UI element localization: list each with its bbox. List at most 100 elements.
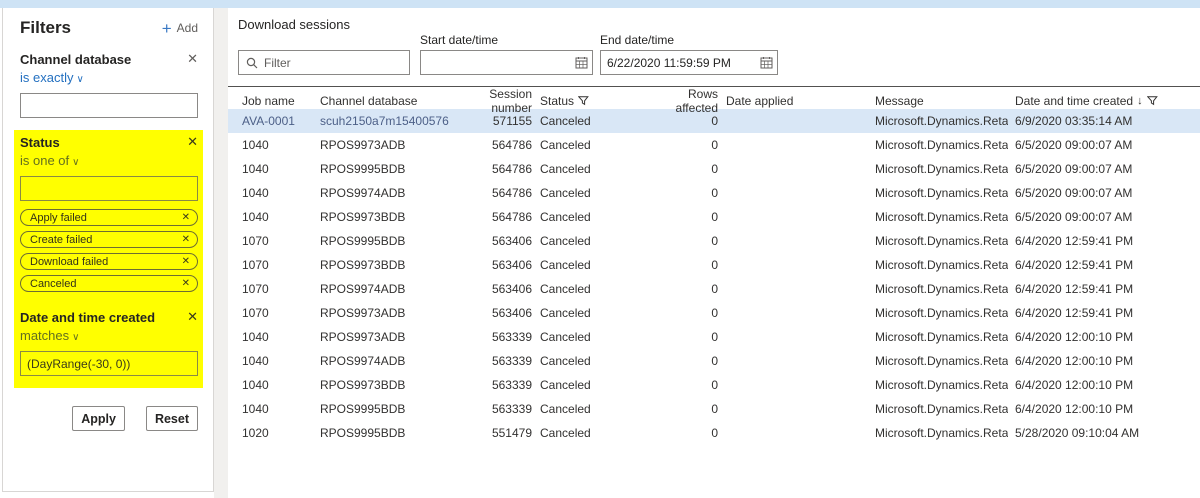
cell-status: Canceled <box>532 354 646 368</box>
column-header-date-created[interactable]: Date and time created ↓ <box>1008 94 1200 108</box>
table-row[interactable]: 1040RPOS9973BDB563339Canceled0Microsoft.… <box>228 373 1200 397</box>
status-filter-pill[interactable]: Canceled ✕ <box>20 275 198 292</box>
apply-button[interactable]: Apply <box>72 406 125 431</box>
cell-status: Canceled <box>532 306 646 320</box>
table-row[interactable]: 1040RPOS9974ADB564786Canceled0Microsoft.… <box>228 181 1200 205</box>
cell-date-created: 5/28/2020 09:10:04 AM <box>1008 426 1200 440</box>
cell-session-number: 563339 <box>452 402 532 416</box>
column-header-rows-affected[interactable]: Rows affected <box>646 87 718 115</box>
cell-rows-affected: 0 <box>646 426 718 440</box>
cell-message: Microsoft.Dynamics.Retail... <box>868 354 1008 368</box>
cell-rows-affected: 0 <box>646 378 718 392</box>
cell-status: Canceled <box>532 210 646 224</box>
column-header-status[interactable]: Status <box>532 94 646 108</box>
cell-job-name: 1040 <box>228 162 320 176</box>
cell-status: Canceled <box>532 162 646 176</box>
download-sessions-section: Download sessions Start date/time End da… <box>228 8 1200 498</box>
cell-message: Microsoft.Dynamics.Retail... <box>868 210 1008 224</box>
cell-job-name: 1040 <box>228 354 320 368</box>
calendar-icon[interactable] <box>755 56 777 69</box>
cell-rows-affected: 0 <box>646 306 718 320</box>
cell-session-number: 551479 <box>452 426 532 440</box>
sort-descending-icon: ↓ <box>1137 95 1143 107</box>
cell-message: Microsoft.Dynamics.Retail... <box>868 282 1008 296</box>
cell-rows-affected: 0 <box>646 402 718 416</box>
end-date-input[interactable] <box>601 51 755 74</box>
cell-rows-affected: 0 <box>646 354 718 368</box>
chevron-down-icon: ∨ <box>72 157 79 168</box>
cell-channel-database: RPOS9973BDB <box>320 378 452 392</box>
filters-panel: Filters + Add Channel database ✕ is exac… <box>2 8 214 492</box>
remove-pill-icon[interactable]: ✕ <box>182 256 190 267</box>
cell-session-number: 563339 <box>452 378 532 392</box>
column-header-session-number[interactable]: Session number <box>452 87 532 115</box>
table-row[interactable]: 1040RPOS9973BDB564786Canceled0Microsoft.… <box>228 205 1200 229</box>
table-row[interactable]: 1040RPOS9973ADB564786Canceled0Microsoft.… <box>228 133 1200 157</box>
table-row[interactable]: 1040RPOS9995BDB563339Canceled0Microsoft.… <box>228 397 1200 421</box>
cell-channel-database: RPOS9995BDB <box>320 234 452 248</box>
column-header-date-applied[interactable]: Date applied <box>718 94 868 108</box>
status-filter-pill[interactable]: Download failed✕ <box>20 253 198 270</box>
status-filter-pill[interactable]: Create failed✕ <box>20 231 198 248</box>
remove-pill-icon[interactable]: ✕ <box>182 212 190 223</box>
start-date-input[interactable] <box>421 51 570 74</box>
cell-channel-database: RPOS9974ADB <box>320 354 452 368</box>
pill-label: Apply failed <box>30 212 87 224</box>
remove-pill-icon[interactable]: ✕ <box>182 278 190 289</box>
cell-channel-database: RPOS9973ADB <box>320 306 452 320</box>
date-range-filter-input[interactable] <box>20 351 198 376</box>
cell-session-number: 563406 <box>452 282 532 296</box>
search-icon <box>246 57 258 69</box>
close-icon[interactable]: ✕ <box>187 52 198 65</box>
column-header-message[interactable]: Message <box>868 94 1008 108</box>
filter-operator-dropdown[interactable]: matches∨ <box>20 328 198 343</box>
table-header-row: Job name Channel database Session number… <box>228 87 1200 109</box>
page-title: Download sessions <box>238 17 350 32</box>
plus-icon: + <box>162 20 172 37</box>
filter-operator-dropdown[interactable]: is exactly∨ <box>20 70 198 85</box>
column-header-channel-database[interactable]: Channel database <box>320 94 452 108</box>
cell-date-created: 6/4/2020 12:00:10 PM <box>1008 354 1200 368</box>
cell-status: Canceled <box>532 234 646 248</box>
status-filter-input[interactable] <box>20 176 198 201</box>
cell-job-name: 1020 <box>228 426 320 440</box>
table-row[interactable]: 1040RPOS9973ADB563339Canceled0Microsoft.… <box>228 325 1200 349</box>
filter-operator-dropdown[interactable]: is one of∨ <box>20 153 198 168</box>
table-row[interactable]: 1070RPOS9995BDB563406Canceled0Microsoft.… <box>228 229 1200 253</box>
status-filter-pill[interactable]: Apply failed ✕ <box>20 209 198 226</box>
chevron-down-icon: ∨ <box>76 74 83 85</box>
channel-database-filter-input[interactable] <box>20 93 198 118</box>
cell-status: Canceled <box>532 426 646 440</box>
cell-rows-affected: 0 <box>646 114 718 128</box>
cell-date-created: 6/4/2020 12:59:41 PM <box>1008 282 1200 296</box>
cell-message: Microsoft.Dynamics.Retail... <box>868 402 1008 416</box>
add-filter-button[interactable]: + Add <box>162 20 198 37</box>
close-icon[interactable]: ✕ <box>187 135 198 148</box>
pill-label: Canceled <box>30 278 76 290</box>
filters-panel-title: Filters <box>20 18 71 38</box>
cell-session-number: 564786 <box>452 138 532 152</box>
reset-button[interactable]: Reset <box>146 406 198 431</box>
remove-pill-icon[interactable]: ✕ <box>182 234 190 245</box>
cell-date-created: 6/4/2020 12:00:10 PM <box>1008 378 1200 392</box>
cell-job-name[interactable]: AVA-0001 <box>228 114 320 128</box>
cell-message: Microsoft.Dynamics.Retail... <box>868 330 1008 344</box>
cell-rows-affected: 0 <box>646 186 718 200</box>
cell-message: Microsoft.Dynamics.Retail... <box>868 306 1008 320</box>
table-row[interactable]: 1070RPOS9974ADB563406Canceled0Microsoft.… <box>228 277 1200 301</box>
table-row[interactable]: 1070RPOS9973ADB563406Canceled0Microsoft.… <box>228 301 1200 325</box>
table-row[interactable]: 1040RPOS9974ADB563339Canceled0Microsoft.… <box>228 349 1200 373</box>
table-row[interactable]: 1020RPOS9995BDB551479Canceled0Microsoft.… <box>228 421 1200 445</box>
quick-filter-input[interactable] <box>258 51 409 74</box>
close-icon[interactable]: ✕ <box>187 310 198 323</box>
calendar-icon[interactable] <box>570 56 592 69</box>
cell-channel-database: RPOS9973ADB <box>320 138 452 152</box>
table-row[interactable]: 1040RPOS9995BDB564786Canceled0Microsoft.… <box>228 157 1200 181</box>
column-header-job-name[interactable]: Job name <box>228 94 320 108</box>
cell-date-created: 6/9/2020 03:35:14 AM <box>1008 114 1200 128</box>
cell-date-created: 6/4/2020 12:00:10 PM <box>1008 330 1200 344</box>
cell-message: Microsoft.Dynamics.Retail... <box>868 162 1008 176</box>
cell-message: Microsoft.Dynamics.Retail... <box>868 426 1008 440</box>
table-row[interactable]: 1070RPOS9973BDB563406Canceled0Microsoft.… <box>228 253 1200 277</box>
cell-message: Microsoft.Dynamics.Retail... <box>868 378 1008 392</box>
